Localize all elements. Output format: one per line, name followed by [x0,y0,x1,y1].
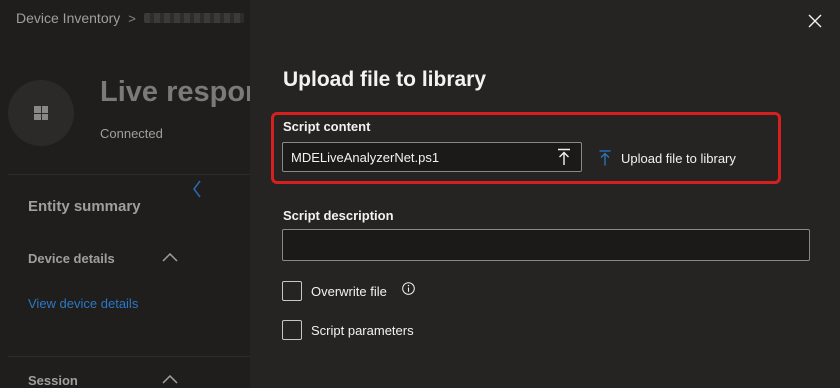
divider [8,356,250,357]
chevron-left-icon[interactable] [192,180,202,204]
upload-icon[interactable] [557,148,571,166]
entity-summary-heading: Entity summary [28,198,141,215]
breadcrumb-device-inventory[interactable]: Device Inventory [16,10,120,26]
overwrite-file-row[interactable]: Overwrite file [282,281,415,301]
breadcrumb-separator: > [128,10,136,26]
windows-logo-icon [34,106,48,120]
session-heading[interactable]: Session [28,373,78,388]
script-content-label: Script content [283,119,371,134]
overwrite-file-label: Overwrite file [311,283,387,299]
breadcrumb: Device Inventory > [16,10,244,26]
device-details-heading[interactable]: Device details [28,251,115,266]
script-parameters-row[interactable]: Script parameters [282,320,414,340]
page-title: Live respon [100,76,263,108]
info-icon[interactable] [402,281,415,295]
upload-file-to-library-label: Upload file to library [621,150,736,166]
device-avatar [8,80,74,146]
breadcrumb-redacted-device [143,13,244,23]
overwrite-file-checkbox[interactable] [282,281,302,301]
view-device-details-link[interactable]: View device details [28,296,138,311]
background-page: Device Inventory > Live respon Connected… [0,0,263,388]
connection-status: Connected [100,126,163,141]
script-description-label: Script description [283,208,394,223]
chevron-up-icon[interactable] [162,375,178,384]
upload-panel: Upload file to library Script content MD… [250,0,840,388]
close-icon[interactable] [808,14,828,34]
script-parameters-checkbox[interactable] [282,320,302,340]
upload-icon [599,150,611,166]
divider [8,174,250,175]
panel-title: Upload file to library [283,68,487,91]
file-name-value: MDELiveAnalyzerNet.ps1 [291,149,440,165]
chevron-up-icon[interactable] [162,253,178,262]
screen: Device Inventory > Live respon Connected… [0,0,840,388]
upload-file-to-library-button[interactable]: Upload file to library [599,150,736,166]
script-content-field[interactable]: MDELiveAnalyzerNet.ps1 [282,142,582,172]
script-description-input[interactable] [282,229,810,261]
script-parameters-label: Script parameters [311,322,414,338]
